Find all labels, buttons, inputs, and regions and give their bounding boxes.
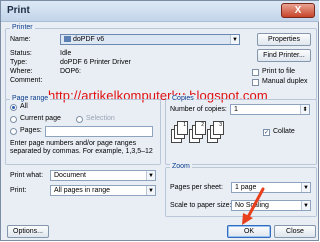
print-to-file-label: Print to file (262, 68, 296, 75)
print-what-select[interactable]: Document ▼ (50, 170, 156, 181)
title-bar: Print X (1, 1, 319, 22)
print-dialog: Print X Printer Name: doPDF v6 ▼ Propert… (0, 0, 319, 241)
range-current-radio[interactable] (10, 116, 17, 123)
print-label: Print: (10, 187, 27, 194)
status-label: Status: (10, 50, 32, 57)
printer-name-value: doPDF v6 (73, 36, 105, 43)
where-label: Where: (10, 68, 33, 75)
print-what-value: Document (54, 172, 86, 179)
window-close-button[interactable]: X (281, 3, 315, 18)
close-button[interactable]: Close (274, 225, 316, 238)
print-value: All pages in range (54, 187, 111, 194)
printer-group-label: Printer (10, 24, 35, 31)
printer-name-label: Name: (10, 36, 31, 43)
status-value: Idle (60, 50, 72, 57)
chevron-down-icon: ▼ (230, 35, 239, 44)
range-selection-label: Selection (86, 115, 115, 122)
manual-duplex-label: Manual duplex (262, 78, 308, 85)
spinner-icon: ⬍ (300, 105, 309, 114)
properties-button[interactable]: Properties (257, 33, 311, 46)
range-pages-radio[interactable] (10, 128, 17, 135)
manual-duplex-checkbox[interactable] (252, 79, 259, 86)
type-label: Type: (10, 59, 28, 66)
print-select[interactable]: All pages in range ▼ (50, 185, 156, 196)
collate-pages-icon: 1 2 3 (171, 121, 231, 157)
copies-group-label: Copies (170, 95, 196, 102)
number-of-copies-value: 1 (234, 106, 238, 113)
number-of-copies-input[interactable]: 1 ⬍ (230, 104, 310, 115)
options-button[interactable]: Options... (7, 225, 49, 238)
printer-name-select[interactable]: doPDF v6 ▼ (60, 34, 240, 45)
page-range-hint: Enter page numbers and/or page ranges se… (10, 140, 153, 155)
type-value: doPDF 6 Printer Driver (60, 59, 131, 66)
range-current-label: Current page (20, 115, 61, 122)
annotation-arrow-icon (242, 187, 265, 225)
printer-icon (64, 36, 71, 42)
page-range-group-label: Page range (10, 95, 51, 102)
range-pages-label: Pages: (20, 127, 42, 134)
range-selection-radio[interactable] (76, 116, 83, 123)
print-to-file-checkbox[interactable] (252, 69, 259, 76)
where-value: DOP6: (60, 68, 82, 75)
pages-per-sheet-label: Pages per sheet: (170, 184, 223, 191)
pages-input[interactable] (45, 126, 153, 137)
range-all-radio[interactable] (10, 104, 17, 111)
dialog-title: Print (7, 5, 30, 16)
zoom-group-label: Zoom (170, 163, 192, 170)
chevron-down-icon: ▼ (146, 186, 155, 195)
chevron-down-icon: ▼ (301, 183, 310, 192)
find-printer-button[interactable]: Find Printer... (257, 49, 311, 62)
comment-label: Comment: (10, 77, 43, 84)
range-all-label: All (20, 103, 28, 110)
chevron-down-icon: ▼ (146, 171, 155, 180)
chevron-down-icon: ▼ (301, 201, 310, 210)
collate-checkbox[interactable]: ✓ (263, 129, 270, 136)
collate-label: Collate (273, 128, 295, 135)
number-of-copies-label: Number of copies: (170, 106, 227, 113)
scale-to-paper-label: Scale to paper size: (170, 202, 232, 209)
print-what-label: Print what: (10, 172, 44, 179)
